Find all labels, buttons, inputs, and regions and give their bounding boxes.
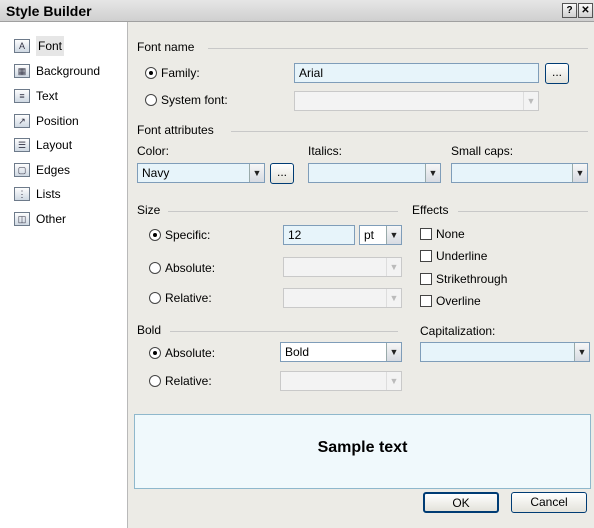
size-specific-input[interactable]: 12 <box>283 225 355 245</box>
group-divider <box>208 48 588 49</box>
color-select[interactable]: Navy ▼ <box>137 163 265 183</box>
sidebar-item-label: Edges <box>36 163 71 177</box>
size-relative-label: Relative: <box>165 291 212 305</box>
cancel-button[interactable]: Cancel <box>511 492 587 513</box>
edges-icon: ▢ <box>14 163 30 177</box>
effect-underline-label: Underline <box>436 249 488 263</box>
help-button[interactable]: ? <box>562 3 577 18</box>
group-divider <box>231 131 588 132</box>
chevron-down-icon: ▼ <box>386 372 401 390</box>
capitalization-select[interactable]: ▼ <box>420 342 590 362</box>
sample-text: Sample text <box>317 439 408 456</box>
chevron-down-icon: ▼ <box>386 226 401 244</box>
group-divider <box>458 211 588 212</box>
effect-overline-label: Overline <box>436 294 481 308</box>
small-caps-select[interactable]: ▼ <box>451 163 588 183</box>
bold-absolute-label: Absolute: <box>165 346 216 360</box>
color-browse-button[interactable]: ... <box>270 163 294 184</box>
sidebar-item-label: Layout <box>36 138 73 152</box>
size-group-label: Size <box>137 203 161 217</box>
family-label: Family: <box>161 66 200 80</box>
sidebar-item-text[interactable]: ≡ Text <box>4 86 122 106</box>
size-specific-label: Specific: <box>165 228 211 242</box>
sidebar-item-label: Background <box>36 64 101 78</box>
family-radio[interactable] <box>145 67 157 79</box>
close-button[interactable]: ✕ <box>578 3 593 18</box>
chevron-down-icon: ▼ <box>574 343 589 361</box>
sidebar-item-other[interactable]: ◫ Other <box>4 209 122 229</box>
window-title: Style Builder <box>6 3 92 19</box>
chevron-down-icon: ▼ <box>386 343 401 361</box>
size-absolute-label: Absolute: <box>165 261 216 275</box>
lists-icon: ⋮ <box>14 187 30 201</box>
sidebar-item-background[interactable]: ▦ Background <box>4 61 122 81</box>
color-label: Color: <box>137 144 170 158</box>
chevron-down-icon: ▼ <box>249 164 264 182</box>
other-icon: ◫ <box>14 212 30 226</box>
sidebar-item-label: Text <box>36 89 59 103</box>
sidebar-item-layout[interactable]: ☰ Layout <box>4 135 122 155</box>
text-icon: ≡ <box>14 89 30 103</box>
group-divider <box>168 211 398 212</box>
effect-underline-checkbox[interactable] <box>420 250 432 262</box>
effect-strikethrough-label: Strikethrough <box>436 272 508 286</box>
color-value: Navy <box>142 166 170 180</box>
effect-none-checkbox[interactable] <box>420 228 432 240</box>
bold-relative-radio[interactable] <box>149 375 161 387</box>
font-attributes-group-label: Font attributes <box>137 123 214 137</box>
size-absolute-select[interactable]: ▼ <box>283 257 402 277</box>
layout-icon: ☰ <box>14 138 30 152</box>
chevron-down-icon: ▼ <box>572 164 587 182</box>
system-font-label: System font: <box>161 93 228 107</box>
size-relative-radio[interactable] <box>149 292 161 304</box>
family-value: Arial <box>299 66 324 80</box>
bold-group-label: Bold <box>137 323 162 337</box>
sidebar-item-lists[interactable]: ⋮ Lists <box>4 184 122 204</box>
sidebar-item-edges[interactable]: ▢ Edges <box>4 160 122 180</box>
font-settings-panel: Font name Family: Arial ... System font:… <box>128 22 594 528</box>
sidebar-item-font[interactable]: A Font <box>4 36 122 56</box>
size-unit-select[interactable]: pt ▼ <box>359 225 402 245</box>
bold-absolute-radio[interactable] <box>149 347 161 359</box>
effects-group-label: Effects <box>412 203 449 217</box>
capitalization-label: Capitalization: <box>420 324 496 338</box>
effect-none-label: None <box>436 227 465 241</box>
category-sidebar: A Font ▦ Background ≡ Text ↗ Position ☰ … <box>0 22 128 528</box>
sidebar-item-position[interactable]: ↗ Position <box>4 111 122 131</box>
sidebar-item-label: Font <box>36 36 65 56</box>
chevron-down-icon: ▼ <box>386 258 401 276</box>
system-font-radio[interactable] <box>145 94 157 106</box>
effect-strikethrough-checkbox[interactable] <box>420 273 432 285</box>
font-icon: A <box>14 39 30 53</box>
italics-select[interactable]: ▼ <box>308 163 441 183</box>
chevron-down-icon: ▼ <box>523 92 538 110</box>
size-absolute-radio[interactable] <box>149 262 161 274</box>
size-unit-value: pt <box>364 228 375 242</box>
sample-preview: Sample text <box>134 414 591 489</box>
sidebar-item-label: Other <box>36 212 67 226</box>
group-divider <box>170 331 398 332</box>
title-bar: Style Builder ? ✕ <box>0 0 594 22</box>
bold-absolute-select[interactable]: Bold ▼ <box>280 342 402 362</box>
effect-overline-checkbox[interactable] <box>420 295 432 307</box>
chevron-down-icon: ▼ <box>425 164 440 182</box>
size-relative-select[interactable]: ▼ <box>283 288 402 308</box>
sidebar-item-label: Lists <box>36 187 61 201</box>
italics-label: Italics: <box>308 144 343 158</box>
bold-relative-select[interactable]: ▼ <box>280 371 402 391</box>
chevron-down-icon: ▼ <box>386 289 401 307</box>
small-caps-label: Small caps: <box>451 144 514 158</box>
bold-relative-label: Relative: <box>165 374 212 388</box>
family-browse-button[interactable]: ... <box>545 63 569 84</box>
position-icon: ↗ <box>14 114 30 128</box>
ok-button[interactable]: OK <box>423 492 499 513</box>
system-font-select[interactable]: ▼ <box>294 91 539 111</box>
sidebar-item-label: Position <box>36 114 79 128</box>
background-icon: ▦ <box>14 64 30 78</box>
size-specific-value: 12 <box>288 228 302 242</box>
size-specific-radio[interactable] <box>149 229 161 241</box>
bold-absolute-value: Bold <box>285 345 310 359</box>
font-name-group-label: Font name <box>137 40 195 54</box>
family-input[interactable]: Arial <box>294 63 539 83</box>
